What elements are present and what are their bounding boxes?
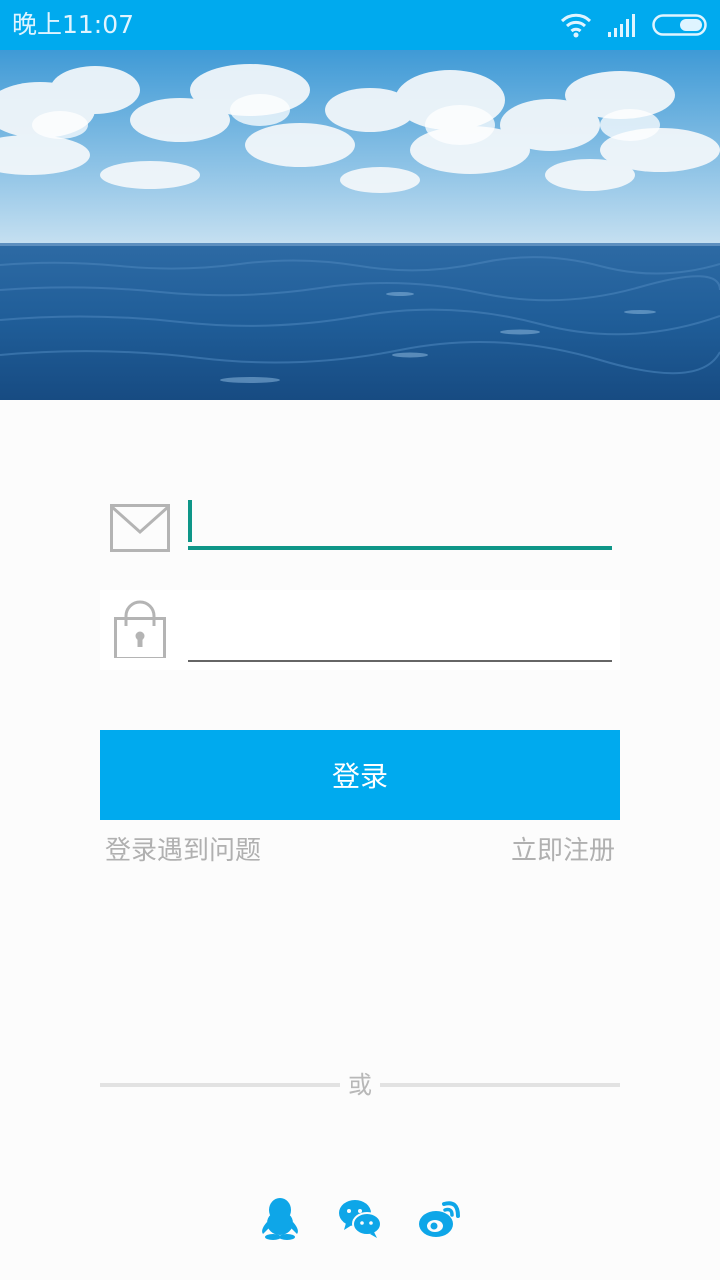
text-cursor xyxy=(188,500,192,542)
password-field-row xyxy=(100,590,620,670)
weibo-icon[interactable] xyxy=(418,1196,462,1240)
social-login xyxy=(0,1196,720,1244)
password-input[interactable] xyxy=(188,622,612,662)
login-trouble-link[interactable]: 登录遇到问题 xyxy=(105,832,261,870)
status-time: 晚上11:07 xyxy=(12,10,135,39)
divider-line-left xyxy=(100,1083,340,1087)
or-label: 或 xyxy=(348,1071,372,1099)
battery-icon xyxy=(652,14,707,36)
wifi-icon xyxy=(560,13,592,38)
banner-image xyxy=(0,50,720,400)
wechat-icon[interactable] xyxy=(338,1196,382,1240)
login-screen: 晚上11:07 登录 登录遇到问题 立即注册 或 xyxy=(0,0,720,1280)
status-bar: 晚上11:07 xyxy=(0,0,720,50)
qq-icon[interactable] xyxy=(258,1196,302,1240)
email-field-row xyxy=(100,488,620,568)
lock-icon xyxy=(114,600,166,658)
signal-icon xyxy=(608,14,635,37)
email-input[interactable] xyxy=(188,510,612,550)
login-button[interactable]: 登录 xyxy=(100,730,620,820)
or-divider: 或 xyxy=(100,1070,620,1100)
envelope-icon xyxy=(110,504,170,552)
status-icons xyxy=(560,11,708,39)
register-link[interactable]: 立即注册 xyxy=(511,832,615,870)
divider-line-right xyxy=(380,1083,620,1087)
